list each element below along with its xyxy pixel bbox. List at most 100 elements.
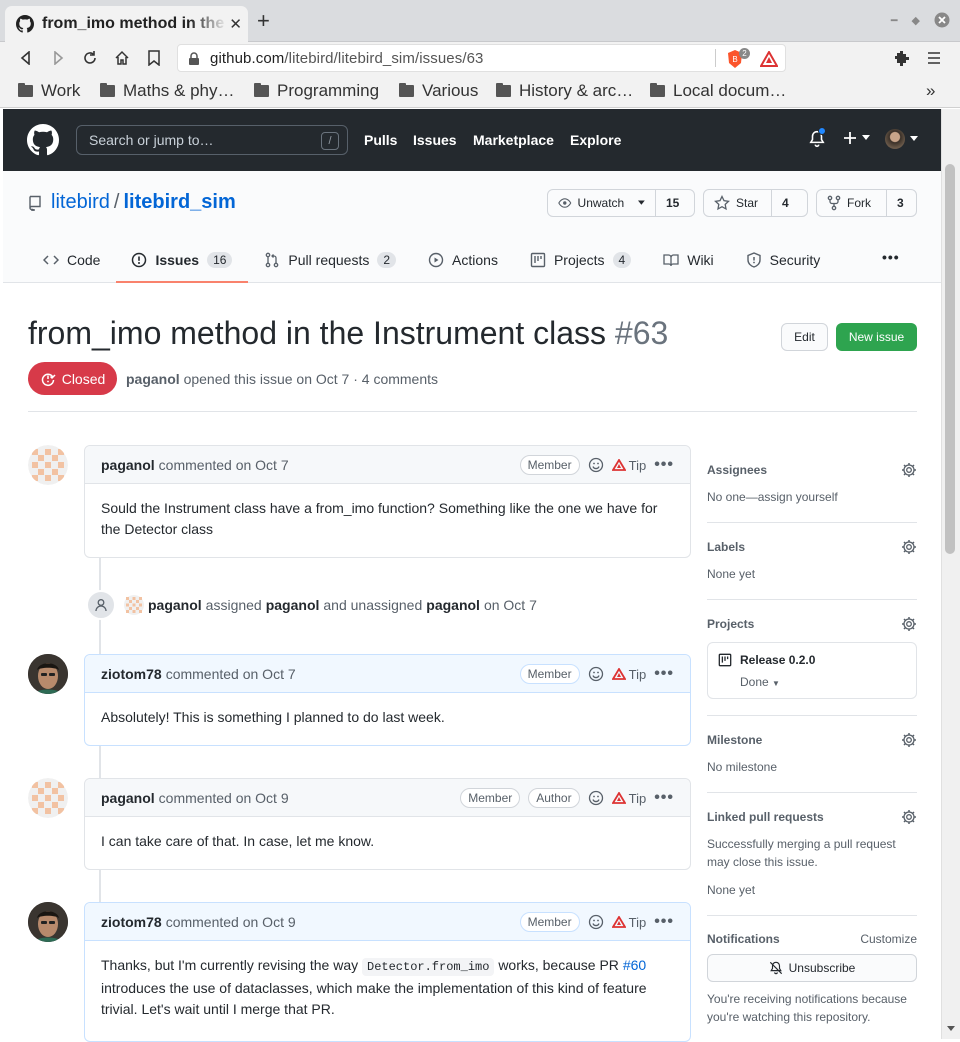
milestone-section: Milestone No milestone xyxy=(707,716,917,793)
comment: ziotom78 commented on Oct 9 Member Tip ••… xyxy=(84,902,691,1042)
tab-projects[interactable]: Projects 4 xyxy=(514,237,647,283)
bookmark-folder[interactable]: History & arc… xyxy=(496,81,633,101)
github-search-input[interactable]: Search or jump to… / xyxy=(76,125,348,155)
event-target-link[interactable]: paganol xyxy=(266,597,320,613)
comment-author-link[interactable]: ziotom78 xyxy=(101,914,162,930)
back-icon[interactable] xyxy=(15,47,37,69)
forward-icon[interactable] xyxy=(47,47,69,69)
repo-owner-link[interactable]: litebird xyxy=(51,191,110,214)
github-logo-icon[interactable] xyxy=(27,124,59,156)
stars-count[interactable]: 4 xyxy=(772,196,799,210)
more-tabs-button[interactable]: ••• xyxy=(882,249,900,265)
tip-button[interactable]: Tip xyxy=(611,458,646,473)
brave-rewards-icon[interactable] xyxy=(760,51,778,67)
user-menu-dropdown[interactable] xyxy=(885,129,918,149)
tab-security[interactable]: Security xyxy=(730,237,837,283)
forks-count[interactable]: 3 xyxy=(887,196,914,210)
repo-title: litebird / litebird_sim xyxy=(27,191,236,214)
project-status-dropdown[interactable]: Done ▼ xyxy=(740,675,906,689)
project-name[interactable]: Release 0.2.0 xyxy=(740,653,815,667)
bookmark-icon[interactable] xyxy=(143,47,165,69)
browser-tab[interactable]: from_imo method in the Instrument class … xyxy=(5,6,248,42)
comment-options-button[interactable]: ••• xyxy=(654,665,674,683)
notifications-bell-icon[interactable] xyxy=(808,127,826,148)
avatar[interactable] xyxy=(28,902,68,942)
customize-link[interactable]: Customize xyxy=(860,932,917,946)
avatar[interactable] xyxy=(124,595,144,615)
pr-link[interactable]: #60 xyxy=(623,957,646,973)
watchers-count[interactable]: 15 xyxy=(656,196,689,210)
restore-icon[interactable]: ◆ xyxy=(912,14,920,27)
comment-options-button[interactable]: ••• xyxy=(654,789,674,807)
issue-sidebar: Assignees No one—assign yourself Labels … xyxy=(707,445,917,1042)
smiley-icon[interactable] xyxy=(588,457,604,473)
avatar[interactable] xyxy=(28,445,68,485)
issue-author-link[interactable]: paganol xyxy=(126,371,180,387)
gear-icon[interactable] xyxy=(901,732,917,748)
new-tab-button[interactable]: + xyxy=(257,10,270,32)
tab-code[interactable]: Code xyxy=(27,237,116,283)
comment-author-link[interactable]: paganol xyxy=(101,790,155,806)
event-target-link[interactable]: paganol xyxy=(426,597,480,613)
nav-issues[interactable]: Issues xyxy=(413,132,457,148)
gear-icon[interactable] xyxy=(901,539,917,555)
projects-counter: 4 xyxy=(612,252,632,268)
unsubscribe-button[interactable]: Unsubscribe xyxy=(707,954,917,982)
tip-button[interactable]: Tip xyxy=(611,667,646,682)
bookmark-folder[interactable]: Local docum… xyxy=(650,81,786,101)
unwatch-button[interactable]: Unwatch 15 xyxy=(547,189,695,217)
avatar[interactable] xyxy=(28,654,68,694)
pull-request-icon xyxy=(266,252,279,268)
tab-wiki[interactable]: Wiki xyxy=(647,237,729,283)
brave-triangle-icon xyxy=(611,459,626,471)
comment-options-button[interactable]: ••• xyxy=(654,456,674,474)
tip-button[interactable]: Tip xyxy=(611,915,646,930)
smiley-icon[interactable] xyxy=(588,790,604,806)
assign-yourself-link[interactable]: No one—assign yourself xyxy=(707,488,917,506)
bookmark-folder[interactable]: Programming xyxy=(254,81,379,101)
gear-icon[interactable] xyxy=(901,462,917,478)
close-window-icon[interactable] xyxy=(934,12,950,28)
nav-marketplace[interactable]: Marketplace xyxy=(473,132,554,148)
minimize-icon[interactable]: ━ xyxy=(891,14,898,27)
linked-prs-section: Linked pull requests Successfully mergin… xyxy=(707,793,917,916)
event-actor-link[interactable]: paganol xyxy=(148,597,202,613)
tip-button[interactable]: Tip xyxy=(611,791,646,806)
new-issue-button[interactable]: New issue xyxy=(836,323,917,351)
page-scrollbar[interactable] xyxy=(941,109,960,1039)
smiley-icon[interactable] xyxy=(588,666,604,682)
comment-author-link[interactable]: paganol xyxy=(101,457,155,473)
comment-author-link[interactable]: ziotom78 xyxy=(101,666,162,682)
tab-issues[interactable]: Issues 16 xyxy=(116,237,249,283)
star-button[interactable]: Star 4 xyxy=(703,189,808,217)
bookmark-folder[interactable]: Various xyxy=(399,81,478,101)
reload-icon[interactable] xyxy=(79,47,101,69)
tab-actions[interactable]: Actions xyxy=(412,237,514,283)
avatar[interactable] xyxy=(28,778,68,818)
project-card[interactable]: Release 0.2.0 Done ▼ xyxy=(707,642,917,699)
bookmark-folder[interactable]: Maths & phy… xyxy=(100,81,235,101)
create-new-dropdown[interactable] xyxy=(842,130,870,146)
comment-options-button[interactable]: ••• xyxy=(654,913,674,931)
nav-pulls[interactable]: Pulls xyxy=(364,132,397,148)
gear-icon[interactable] xyxy=(901,809,917,825)
fork-button[interactable]: Fork 3 xyxy=(816,189,917,217)
scrollbar-thumb[interactable] xyxy=(945,164,955,554)
more-bookmarks-button[interactable]: » xyxy=(926,81,935,101)
bookmark-folder[interactable]: Work xyxy=(18,81,80,101)
nav-explore[interactable]: Explore xyxy=(570,132,621,148)
tab-pull-requests[interactable]: Pull requests 2 xyxy=(248,237,412,283)
home-icon[interactable] xyxy=(111,47,133,69)
repo-name-link[interactable]: litebird_sim xyxy=(123,191,235,214)
address-bar[interactable]: github.com/litebird/litebird_sim/issues/… xyxy=(177,44,786,72)
comment: paganol commented on Oct 7 Member Tip •••… xyxy=(84,445,691,558)
edit-button[interactable]: Edit xyxy=(781,323,828,351)
extensions-icon[interactable] xyxy=(891,47,913,69)
gear-icon[interactable] xyxy=(901,616,917,632)
github-favicon-icon xyxy=(16,15,34,33)
tab-close-icon[interactable]: ✕ xyxy=(229,15,242,33)
smiley-icon[interactable] xyxy=(588,914,604,930)
scroll-down-icon[interactable] xyxy=(947,1026,955,1032)
menu-icon[interactable] xyxy=(923,47,945,69)
brave-triangle-icon xyxy=(611,916,626,928)
